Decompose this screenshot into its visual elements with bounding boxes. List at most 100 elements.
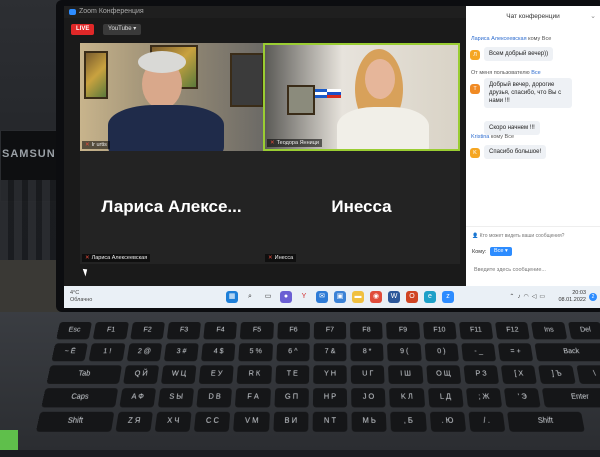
- key[interactable]: B И: [272, 411, 309, 432]
- chrome-icon[interactable]: ◉: [370, 291, 382, 303]
- key[interactable]: 8 *: [350, 343, 385, 362]
- key[interactable]: 0 ): [424, 343, 459, 362]
- zoom-icon[interactable]: z: [442, 291, 454, 303]
- key[interactable]: F А: [235, 388, 271, 408]
- key[interactable]: F8: [350, 322, 384, 340]
- key[interactable]: Z Я: [114, 411, 153, 432]
- windows-icon[interactable]: ▦: [226, 291, 238, 303]
- weather-widget[interactable]: 4°C Облачно: [70, 290, 92, 304]
- key[interactable]: F1: [92, 322, 129, 340]
- word-icon[interactable]: W: [388, 291, 400, 303]
- key[interactable]: 4 $: [201, 343, 236, 362]
- key[interactable]: E У: [198, 365, 235, 384]
- notification-badge[interactable]: 2: [589, 293, 597, 301]
- key[interactable]: ~ Ё: [51, 343, 89, 362]
- participant-display-name: Лариса Алексе...: [101, 197, 242, 216]
- key[interactable]: F10: [422, 322, 457, 340]
- system-tray[interactable]: ⌃♪◠◁▭: [509, 293, 548, 300]
- key[interactable]: F2: [129, 322, 165, 340]
- camera-off-tile-1[interactable]: Лариса Алексе... ✕ Лариса Алексеевская: [80, 151, 263, 264]
- key[interactable]: M Ь: [351, 411, 388, 432]
- taskbar-clock[interactable]: 20:03 08.01.2022: [558, 290, 586, 304]
- key[interactable]: Shift: [507, 411, 585, 432]
- key[interactable]: = +: [498, 343, 534, 362]
- key[interactable]: , Б: [390, 411, 427, 432]
- taskview-icon[interactable]: ▭: [262, 291, 274, 303]
- key[interactable]: Back: [534, 343, 600, 362]
- key[interactable]: . Ю: [429, 411, 467, 432]
- key[interactable]: F9: [386, 322, 420, 340]
- key[interactable]: K Л: [389, 388, 425, 408]
- key[interactable]: F7: [313, 322, 347, 340]
- explorer-icon[interactable]: ▬: [352, 291, 364, 303]
- mail-icon[interactable]: ✉: [316, 291, 328, 303]
- key[interactable]: Enter: [542, 388, 600, 408]
- key[interactable]: [ Х: [501, 365, 538, 384]
- key[interactable]: F3: [166, 322, 202, 340]
- recipient-select[interactable]: Все ▾: [490, 247, 512, 256]
- key[interactable]: \: [576, 365, 600, 384]
- visibility-info-link[interactable]: 👤 Кто может видеть ваши сообщения?: [472, 233, 564, 239]
- chevron-down-icon[interactable]: ⌄: [590, 6, 596, 28]
- video-tile-1[interactable]: ✕ Ir urtis: [80, 43, 263, 151]
- key[interactable]: T Е: [274, 365, 310, 384]
- key[interactable]: H Р: [312, 388, 348, 408]
- key[interactable]: O Щ: [425, 365, 462, 384]
- key[interactable]: F4: [203, 322, 238, 340]
- chat-message-input[interactable]: [472, 263, 596, 277]
- key[interactable]: 2 @: [126, 343, 162, 362]
- message-text: Всем добрый вечер)): [484, 47, 554, 62]
- key[interactable]: 1 !: [88, 343, 126, 362]
- key[interactable]: W Ц: [160, 365, 197, 384]
- key[interactable]: ] Ъ: [538, 365, 576, 384]
- key[interactable]: U Г: [350, 365, 386, 384]
- search-icon[interactable]: ⌕: [244, 291, 256, 303]
- key[interactable]: V М: [233, 411, 270, 432]
- key[interactable]: L Д: [427, 388, 464, 408]
- key[interactable]: I Ш: [388, 365, 424, 384]
- key[interactable]: X Ч: [154, 411, 192, 432]
- key[interactable]: ; Ж: [465, 388, 503, 408]
- camera-off-tile-2[interactable]: Инесса ✕ Инесса: [263, 151, 460, 264]
- flag-russia: [327, 89, 341, 98]
- key[interactable]: F5: [240, 322, 274, 340]
- key[interactable]: - _: [461, 343, 497, 362]
- message-text: Спасибо большое!: [484, 145, 547, 160]
- key[interactable]: ' Э: [504, 388, 542, 408]
- store-icon[interactable]: ▣: [334, 291, 346, 303]
- key[interactable]: 9 (: [387, 343, 422, 362]
- key[interactable]: 6 ^: [275, 343, 310, 362]
- key[interactable]: 5 %: [238, 343, 273, 362]
- youtube-stream-button[interactable]: YouTube ▾: [103, 24, 142, 35]
- edge-icon[interactable]: e: [424, 291, 436, 303]
- key[interactable]: / .: [468, 411, 506, 432]
- chat-icon[interactable]: ●: [280, 291, 292, 303]
- key[interactable]: Esc: [56, 322, 93, 340]
- live-badge[interactable]: LIVE: [71, 24, 95, 35]
- key[interactable]: C С: [193, 411, 231, 432]
- key[interactable]: S Ы: [157, 388, 195, 408]
- key[interactable]: Q Й: [122, 365, 159, 384]
- key[interactable]: Tab: [46, 365, 122, 384]
- green-object: [0, 430, 18, 450]
- yandex-icon[interactable]: Y: [298, 291, 310, 303]
- key[interactable]: Y Н: [313, 365, 347, 384]
- key[interactable]: Caps: [41, 388, 118, 408]
- key[interactable]: N Т: [312, 411, 348, 432]
- key[interactable]: Del: [567, 322, 600, 340]
- key[interactable]: R К: [236, 365, 272, 384]
- office-icon[interactable]: O: [406, 291, 418, 303]
- key[interactable]: 7 &: [313, 343, 347, 362]
- key[interactable]: D В: [196, 388, 233, 408]
- key[interactable]: J О: [351, 388, 387, 408]
- key[interactable]: F11: [458, 322, 494, 340]
- key[interactable]: Shift: [35, 411, 114, 432]
- key[interactable]: P З: [463, 365, 500, 384]
- key[interactable]: G П: [273, 388, 309, 408]
- key[interactable]: A Ф: [118, 388, 156, 408]
- key[interactable]: F6: [276, 322, 310, 340]
- key[interactable]: 3 #: [163, 343, 199, 362]
- key[interactable]: Ins: [531, 322, 568, 340]
- video-tile-2[interactable]: ✕ Теодора Янници: [263, 43, 460, 151]
- key[interactable]: F12: [495, 322, 531, 340]
